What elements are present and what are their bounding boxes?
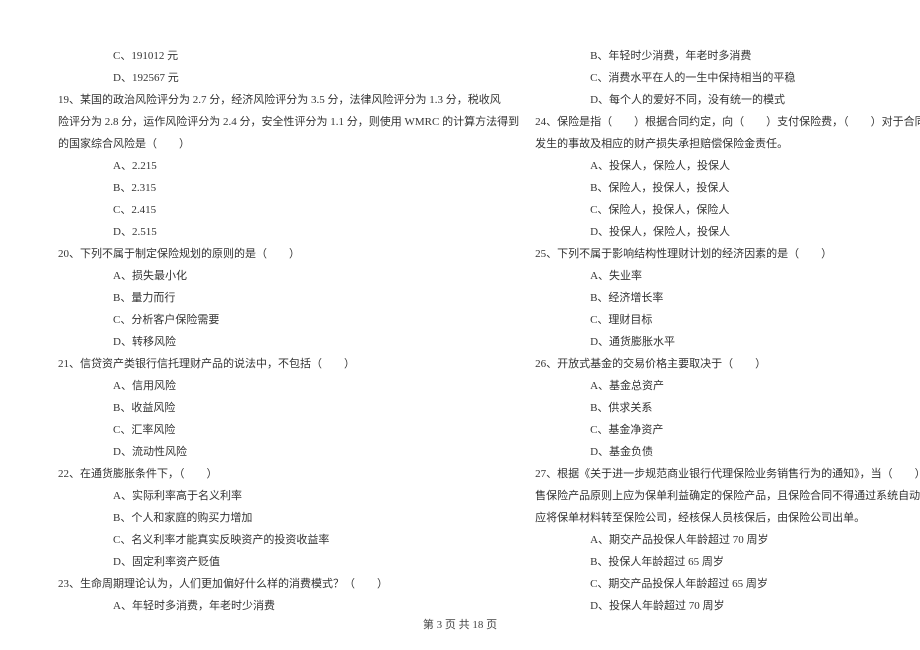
q22-option-a: A、实际利率高于名义利率 [58, 485, 519, 507]
q19-stem-line3: 的国家综合风险是（ ） [58, 133, 519, 155]
q19-option-a: A、2.215 [58, 155, 519, 177]
q23-option-d: D、每个人的爱好不同，没有统一的模式 [535, 89, 920, 111]
q26-option-c: C、基金净资产 [535, 419, 920, 441]
q23-option-a: A、年轻时多消费，年老时少消费 [58, 595, 519, 617]
q21-stem: 21、信贷资产类银行信托理财产品的说法中，不包括（ ） [58, 353, 519, 375]
page-footer: 第 3 页 共 18 页 [0, 616, 920, 632]
q23-option-c: C、消费水平在人的一生中保持相当的平稳 [535, 67, 920, 89]
q18-option-d: D、192567 元 [58, 67, 519, 89]
q22-stem: 22、在通货膨胀条件下，（ ） [58, 463, 519, 485]
q27-option-b: B、投保人年龄超过 65 周岁 [535, 551, 920, 573]
q27-stem-line2: 售保险产品原则上应为保单利益确定的保险产品，且保险合同不得通过系统自动核保现场出… [535, 485, 920, 507]
exam-page: C、191012 元 D、192567 元 19、某国的政治风险评分为 2.7 … [0, 0, 920, 650]
q25-option-d: D、通货膨胀水平 [535, 331, 920, 353]
q22-option-b: B、个人和家庭的购买力增加 [58, 507, 519, 529]
q25-stem: 25、下列不属于影响结构性理财计划的经济因素的是（ ） [535, 243, 920, 265]
q26-option-a: A、基金总资产 [535, 375, 920, 397]
q27-option-d: D、投保人年龄超过 70 周岁 [535, 595, 920, 617]
q21-option-b: B、收益风险 [58, 397, 519, 419]
right-column: B、年轻时少消费，年老时多消费 C、消费水平在人的一生中保持相当的平稳 D、每个… [527, 45, 920, 610]
q20-stem: 20、下列不属于制定保险规划的原则的是（ ） [58, 243, 519, 265]
q25-option-c: C、理财目标 [535, 309, 920, 331]
q25-option-a: A、失业率 [535, 265, 920, 287]
left-column: C、191012 元 D、192567 元 19、某国的政治风险评分为 2.7 … [50, 45, 527, 610]
q24-option-b: B、保险人，投保人，投保人 [535, 177, 920, 199]
q24-stem-line2: 发生的事故及相应的财产损失承担赔偿保险金责任。 [535, 133, 920, 155]
q20-option-a: A、损失最小化 [58, 265, 519, 287]
q18-option-c: C、191012 元 [58, 45, 519, 67]
q19-option-c: C、2.415 [58, 199, 519, 221]
q26-stem: 26、开放式基金的交易价格主要取决于（ ） [535, 353, 920, 375]
q21-option-c: C、汇率风险 [58, 419, 519, 441]
q26-option-b: B、供求关系 [535, 397, 920, 419]
q23-stem: 23、生命周期理论认为，人们更加偏好什么样的消费模式？（ ） [58, 573, 519, 595]
q21-option-d: D、流动性风险 [58, 441, 519, 463]
q27-stem-line1: 27、根据《关于进一步规范商业银行代理保险业务销售行为的通知》，当（ ）时，向其… [535, 463, 920, 485]
q24-option-a: A、投保人，保险人，投保人 [535, 155, 920, 177]
q24-option-d: D、投保人，保险人，投保人 [535, 221, 920, 243]
q19-stem-line1: 19、某国的政治风险评分为 2.7 分，经济风险评分为 3.5 分，法律风险评分… [58, 89, 519, 111]
q21-option-a: A、信用风险 [58, 375, 519, 397]
q19-option-b: B、2.315 [58, 177, 519, 199]
q22-option-d: D、固定利率资产贬值 [58, 551, 519, 573]
q25-option-b: B、经济增长率 [535, 287, 920, 309]
q27-option-a: A、期交产品投保人年龄超过 70 周岁 [535, 529, 920, 551]
q19-option-d: D、2.515 [58, 221, 519, 243]
q27-stem-line3: 应将保单材料转至保险公司，经核保人员核保后，由保险公司出单。 [535, 507, 920, 529]
q26-option-d: D、基金负债 [535, 441, 920, 463]
q23-option-b: B、年轻时少消费，年老时多消费 [535, 45, 920, 67]
q24-option-c: C、保险人，投保人，保险人 [535, 199, 920, 221]
q27-option-c: C、期交产品投保人年龄超过 65 周岁 [535, 573, 920, 595]
q20-option-d: D、转移风险 [58, 331, 519, 353]
q20-option-b: B、量力而行 [58, 287, 519, 309]
q20-option-c: C、分析客户保险需要 [58, 309, 519, 331]
q19-stem-line2: 险评分为 2.8 分，运作风险评分为 2.4 分，安全性评分为 1.1 分，则使… [58, 111, 519, 133]
q24-stem-line1: 24、保险是指（ ）根据合同约定，向（ ）支付保险费，（ ）对于合同约定的可能 [535, 111, 920, 133]
q22-option-c: C、名义利率才能真实反映资产的投资收益率 [58, 529, 519, 551]
